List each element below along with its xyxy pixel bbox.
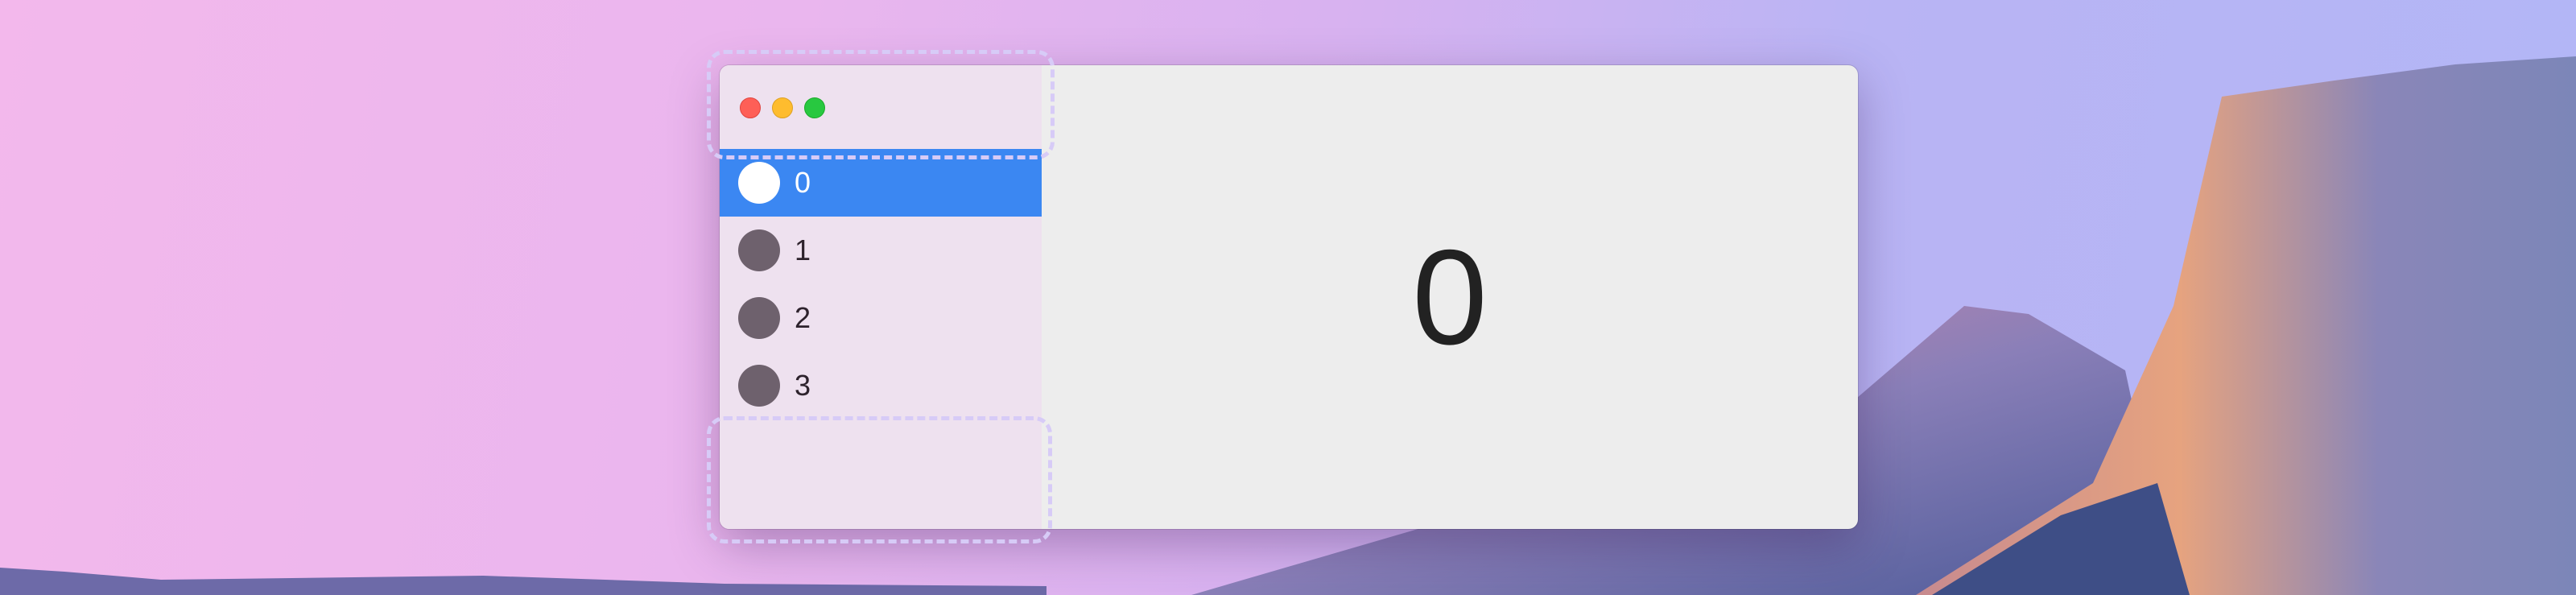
sidebar-item-label: 3: [795, 369, 811, 402]
bottom-region-outline: [707, 416, 1052, 543]
sidebar-item-3[interactable]: 3: [720, 352, 1042, 419]
detail-value: 0: [1412, 221, 1488, 373]
sidebar-item-label: 2: [795, 301, 811, 334]
circle-icon: [738, 365, 780, 407]
circle-icon: [738, 229, 780, 271]
toolbar-region-outline: [707, 50, 1055, 159]
detail-view: 0: [1042, 65, 1858, 529]
circle-icon: [738, 297, 780, 339]
sidebar-item-2[interactable]: 2: [720, 284, 1042, 352]
sidebar-item-1[interactable]: 1: [720, 217, 1042, 284]
sidebar-item-label: 0: [795, 166, 811, 199]
sidebar-item-label: 1: [795, 233, 811, 267]
circle-icon: [738, 162, 780, 204]
